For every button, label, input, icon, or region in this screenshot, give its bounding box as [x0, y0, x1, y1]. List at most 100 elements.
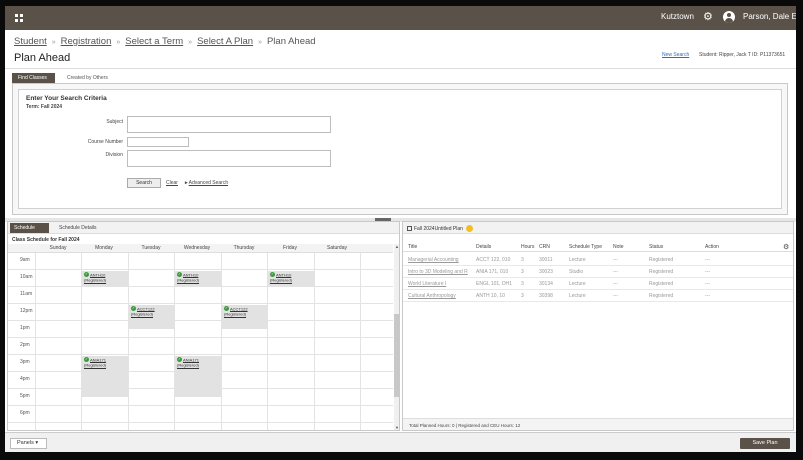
search-term: Term: Fall 2024	[26, 104, 63, 110]
breadcrumb-separator: »	[116, 39, 121, 46]
schedule-event[interactable]: ✓ ANTH10 (Registered)	[82, 271, 128, 286]
schedule-event[interactable]: ✓ ACCT122 (Registered)	[129, 305, 175, 329]
search-button[interactable]: Search	[127, 178, 161, 188]
column-header-hours[interactable]: Hours	[521, 244, 534, 250]
breadcrumb-student[interactable]: Student	[14, 36, 47, 47]
save-plan-button[interactable]: Save Plan	[740, 438, 790, 449]
schedule-event[interactable]: ✓ ANIA171 (Registered)	[82, 356, 128, 397]
clear-link[interactable]: Clear	[166, 180, 178, 186]
table-cell: 3	[521, 293, 524, 299]
schedule-event[interactable]: ✓ ANTH10 (Registered)	[175, 271, 221, 286]
columns-gear-icon[interactable]: ⚙	[783, 243, 789, 251]
advanced-search-link[interactable]: ▸ Advanced Search	[185, 180, 228, 186]
table-cell: Lecture	[569, 281, 586, 287]
table-cell: ---	[613, 281, 618, 287]
tab-schedule-details[interactable]: Schedule Details	[55, 223, 101, 233]
registered-check-icon: ✓	[177, 272, 182, 278]
search-criteria-title: Enter Your Search Criteria	[26, 95, 107, 102]
day-column-divider	[221, 253, 222, 430]
panels-button[interactable]: Panels ▾	[10, 438, 47, 449]
table-cell: 30398	[539, 293, 553, 299]
advanced-search-marker: ▸	[185, 180, 188, 186]
user-name[interactable]: Parson, Dale E	[743, 12, 796, 21]
hour-label: 4pm	[20, 376, 30, 382]
breadcrumb-current: Plan Ahead	[266, 36, 316, 47]
breadcrumb-separator: »	[51, 39, 56, 46]
hour-label: 1pm	[20, 325, 30, 331]
table-cell: 30011	[539, 257, 553, 263]
schedule-event[interactable]: ✓ ANTH10 (Registered)	[268, 271, 314, 286]
scroll-down-icon[interactable]: ▼	[394, 425, 399, 430]
table-cell: 3	[521, 257, 524, 263]
new-search-link[interactable]: New Search	[662, 52, 689, 58]
hour-row: 9am	[8, 253, 393, 270]
tab-created-by-others[interactable]: Created by Others	[61, 73, 114, 83]
hour-label: 9am	[20, 257, 30, 263]
hour-label: 6pm	[20, 410, 30, 416]
subject-input[interactable]	[127, 116, 331, 133]
column-header-title[interactable]: Title	[408, 244, 417, 250]
day-header-friday: Friday	[283, 245, 297, 251]
course-title-link[interactable]: Intro to 3D Modeling and R	[408, 269, 468, 275]
user-avatar-icon[interactable]	[723, 11, 735, 23]
table-cell: ---	[613, 293, 618, 299]
registered-check-icon: ✓	[224, 306, 229, 312]
column-header-action[interactable]: Action	[705, 244, 719, 250]
registered-check-icon: ✓	[84, 272, 89, 278]
breadcrumb-select-term[interactable]: Select a Term	[125, 36, 183, 47]
hour-row: 12pm	[8, 304, 393, 321]
hour-row: 1pm	[8, 321, 393, 338]
edit-plan-icon[interactable]	[465, 225, 473, 232]
column-header-status[interactable]: Status	[649, 244, 663, 250]
hour-row: 6pm	[8, 406, 393, 423]
registered-check-icon: ✓	[131, 306, 136, 312]
plan-column-headers: ⚙ Title Details Hours CRN Schedule Type Note S…	[403, 242, 793, 252]
course-number-input[interactable]	[127, 137, 189, 147]
course-title-link[interactable]: World Literature I	[408, 281, 446, 287]
schedule-event[interactable]: ✓ ANIA171 (Registered)	[175, 356, 221, 397]
schedule-event[interactable]: ✓ ACCT122 (Registered)	[222, 305, 268, 329]
table-cell: 3	[521, 269, 524, 275]
apps-grid-icon[interactable]	[15, 14, 23, 22]
course-title-link[interactable]: Cultural Anthropology	[408, 293, 456, 299]
table-cell: ---	[705, 293, 710, 299]
tab-find-classes[interactable]: Find Classes	[12, 73, 55, 83]
table-cell: ---	[613, 269, 618, 275]
column-header-schedule-type[interactable]: Schedule Type	[569, 244, 602, 250]
table-cell: Registered	[649, 293, 674, 299]
advanced-search-label: Advanced Search	[188, 180, 229, 186]
division-label: Division	[105, 152, 123, 158]
day-column-divider	[35, 253, 36, 430]
gear-icon[interactable]: ⚙	[703, 10, 713, 23]
breadcrumb-separator: »	[188, 39, 193, 46]
day-header-saturday: Saturday	[326, 245, 347, 251]
schedule-scrollbar-thumb[interactable]	[394, 314, 399, 397]
breadcrumb-separator: »	[258, 39, 262, 46]
table-cell: Lecture	[569, 293, 586, 299]
column-header-details[interactable]: Details	[476, 244, 491, 250]
table-cell: ---	[705, 281, 710, 287]
hour-label: 5pm	[20, 393, 30, 399]
registered-check-icon: ✓	[270, 272, 275, 278]
division-input[interactable]	[127, 150, 331, 167]
day-column-divider	[360, 253, 361, 430]
table-cell: ---	[613, 257, 618, 263]
hour-row: 2pm	[8, 338, 393, 355]
plan-footer: Total Planned Hours: 0 | Registered and …	[403, 418, 793, 430]
table-row: Cultural Anthropology ANTH 10, 10 3 30398 Le…	[403, 290, 793, 302]
course-title-link[interactable]: Managerial Accounting	[408, 257, 459, 263]
calendar-icon	[407, 226, 412, 231]
scroll-up-icon[interactable]: ▲	[394, 244, 399, 249]
day-header-wednesday: Wednesday	[183, 245, 211, 251]
search-criteria-box: Enter Your Search Criteria Term: Fall 20…	[18, 89, 782, 209]
hour-label: 10am	[20, 274, 33, 280]
table-cell: ---	[705, 269, 710, 275]
top-bar: Kutztown ⚙ Parson, Dale E	[5, 6, 796, 30]
column-header-note[interactable]: Note	[613, 244, 624, 250]
tab-schedule[interactable]: Schedule	[10, 223, 49, 233]
breadcrumb-select-plan[interactable]: Select A Plan	[197, 36, 253, 47]
breadcrumb-registration[interactable]: Registration	[61, 36, 112, 47]
table-cell: Registered	[649, 269, 674, 275]
schedule-tabs: Schedule Schedule Details	[8, 222, 399, 234]
column-header-crn[interactable]: CRN	[539, 244, 550, 250]
